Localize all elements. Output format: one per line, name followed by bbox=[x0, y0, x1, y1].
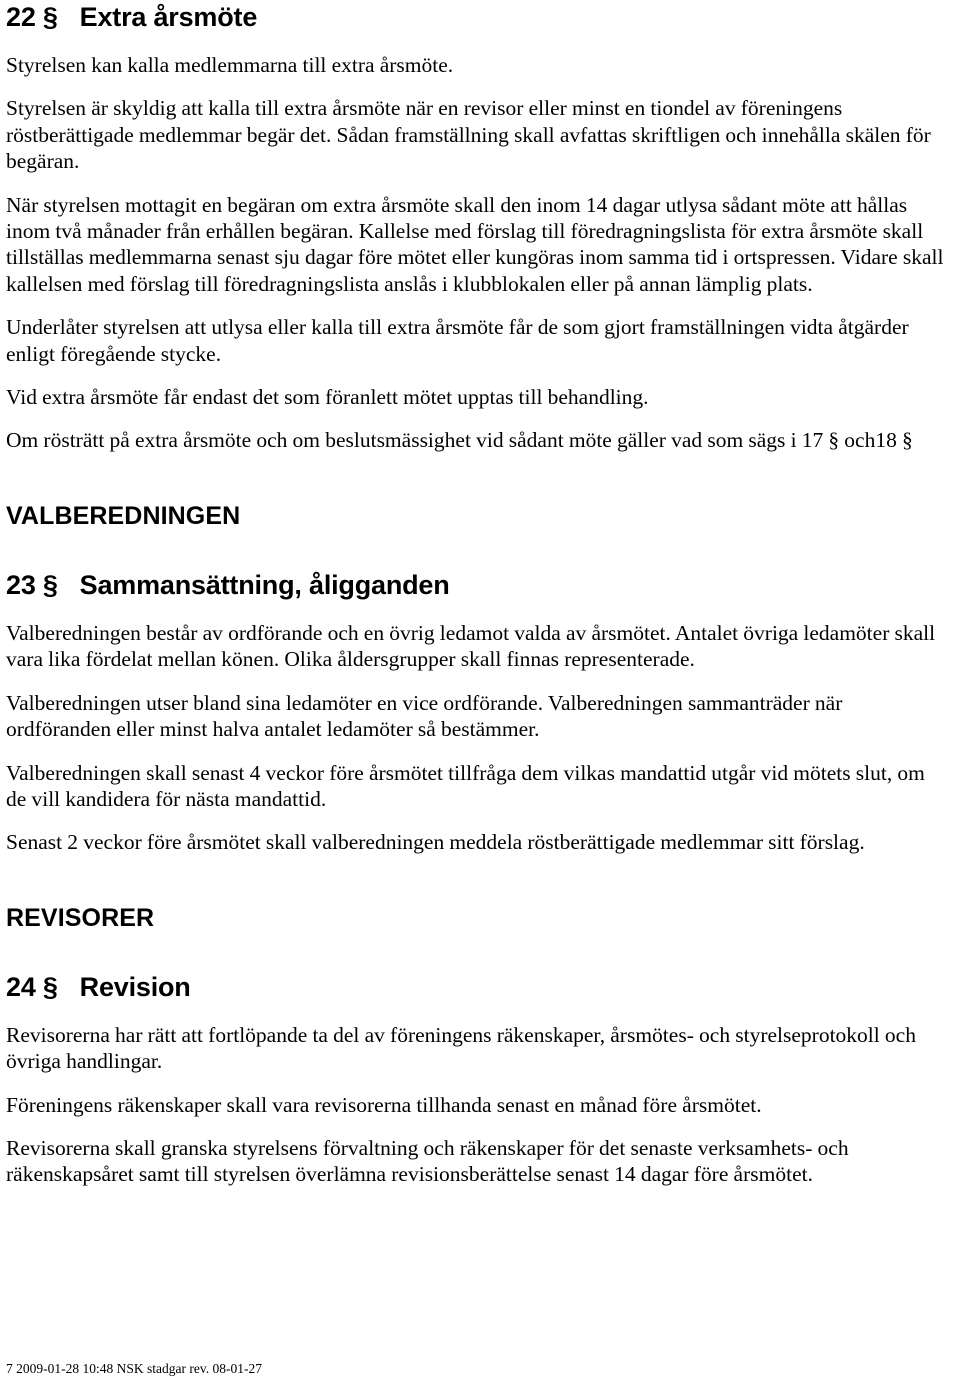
heading-section-22: 22 § Extra årsmöte bbox=[6, 2, 258, 32]
heading-section-24: 24 § Revision bbox=[6, 971, 191, 1002]
paragraph-22-3: När styrelsen mottagit en begäran om ext… bbox=[6, 192, 944, 296]
paragraph-22-6: Om rösträtt på extra årsmöte och om besl… bbox=[6, 428, 913, 453]
paragraph-22-5: Vid extra årsmöte får endast det som för… bbox=[6, 385, 649, 410]
paragraph-24-2: Föreningens räkenskaper skall vara revis… bbox=[6, 1092, 762, 1117]
paragraph-23-1: Valberedningen består av ordförande och … bbox=[6, 620, 936, 672]
paragraph-23-4: Senast 2 veckor före årsmötet skall valb… bbox=[6, 830, 865, 855]
heading-section-23: 23 § Sammansättning, åligganden bbox=[6, 569, 450, 600]
paragraph-22-4: Underlåter styrelsen att utlysa eller ka… bbox=[6, 315, 909, 366]
paragraph-23-2: Valberedningen utser bland sina ledamöte… bbox=[6, 690, 843, 742]
paragraph-22-2: Styrelsen är skyldig att kalla till extr… bbox=[6, 96, 931, 174]
paragraph-24-3: Revisorerna skall granska styrelsens för… bbox=[6, 1135, 849, 1187]
paragraph-24-1: Revisorerna har rätt att fortlöpande ta … bbox=[6, 1022, 916, 1074]
document-page: 22 § Extra årsmöte Styrelsen kan kalla m… bbox=[0, 0, 960, 1389]
heading-revisorer: REVISORER bbox=[6, 903, 155, 932]
page-footer: 7 2009-01-28 10:48 NSK stadgar rev. 08-0… bbox=[6, 1361, 262, 1376]
heading-valberedningen: VALBEREDNINGEN bbox=[6, 501, 241, 530]
paragraph-22-1: Styrelsen kan kalla medlemmarna till ext… bbox=[6, 53, 454, 77]
paragraph-23-3: Valberedningen skall senast 4 veckor för… bbox=[6, 760, 925, 811]
